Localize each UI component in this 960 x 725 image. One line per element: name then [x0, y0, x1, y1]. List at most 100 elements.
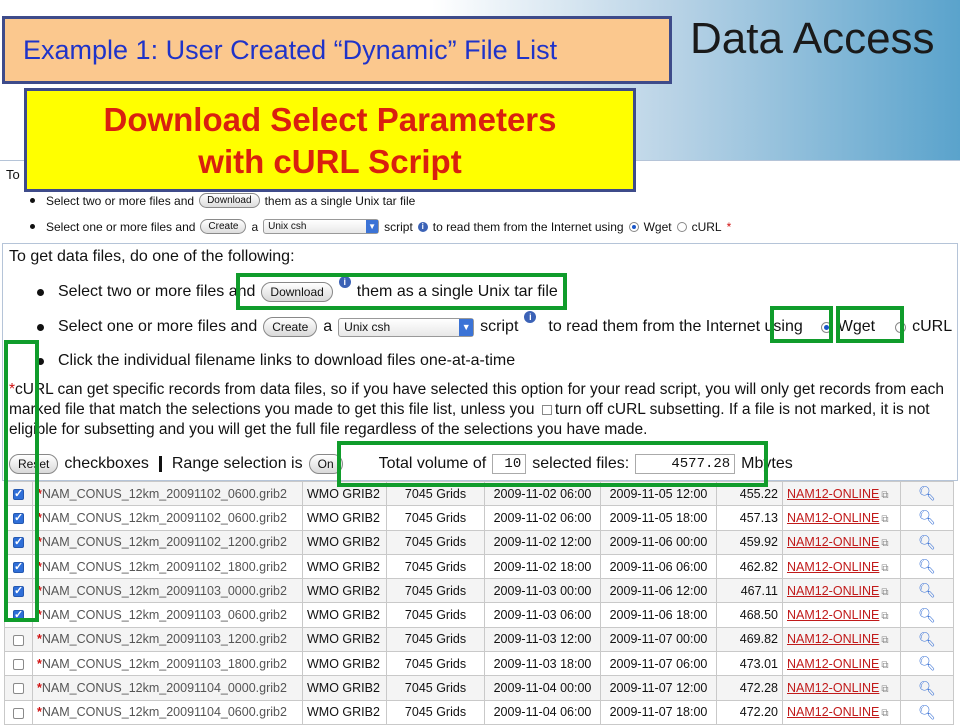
chevron-down-icon: ▼ [459, 318, 474, 336]
location-link[interactable]: NAM12-ONLINE [787, 632, 879, 646]
row-checkbox[interactable] [13, 683, 24, 695]
row-select-cell [4, 651, 33, 677]
location-link[interactable]: NAM12-ONLINE [787, 584, 879, 598]
magnifier-icon[interactable]: 🔍︎ [918, 509, 936, 525]
highlight-curl [836, 306, 904, 343]
size-cell: 459.92 [716, 529, 783, 555]
curl-radio-small[interactable] [676, 221, 687, 232]
info-icon[interactable]: i [524, 311, 537, 323]
inventory-cell: 🔍︎ [900, 626, 954, 653]
begin-time-cell: 2009-11-04 06:00 [484, 699, 601, 725]
filename-link[interactable]: NAM_CONUS_12km_20091103_1200.grib2 [42, 632, 287, 646]
filename-link[interactable]: NAM_CONUS_12km_20091104_0600.grib2 [42, 705, 287, 719]
size-cell: 472.28 [716, 675, 783, 701]
select-value: Unix csh [268, 221, 307, 232]
filename-cell: *NAM_CONUS_12km_20091103_0600.grib2 [32, 602, 303, 628]
filename-link[interactable]: NAM_CONUS_12km_20091102_1200.grib2 [42, 535, 287, 549]
end-time-cell: 2009-11-06 06:00 [600, 553, 717, 580]
grids-cell: 7045 Grids [386, 699, 485, 725]
location-link[interactable]: NAM12-ONLINE [787, 705, 879, 719]
magnifier-icon[interactable]: 🔍︎ [918, 485, 936, 501]
row-checkbox[interactable] [13, 634, 24, 646]
magnifier-icon[interactable]: 🔍︎ [918, 534, 936, 550]
create-button[interactable]: Create [263, 317, 318, 337]
magnifier-icon[interactable]: 🔍︎ [918, 582, 936, 598]
filename-link[interactable]: NAM_CONUS_12km_20091103_1800.grib2 [42, 657, 287, 671]
format-cell: WMO GRIB2 [302, 626, 387, 653]
inventory-cell: 🔍︎ [900, 529, 954, 555]
row-text: to read them from the Internet using [432, 219, 624, 234]
table-row: *NAM_CONUS_12km_20091102_1800.grib2WMO G… [4, 553, 954, 580]
table-row: *NAM_CONUS_12km_20091102_1200.grib2WMO G… [4, 529, 954, 555]
magnifier-icon[interactable]: 🔍︎ [918, 558, 936, 574]
location-link[interactable]: NAM12-ONLINE [787, 535, 879, 549]
filename-link[interactable]: NAM_CONUS_12km_20091102_1800.grib2 [42, 560, 287, 574]
inventory-cell: 🔍︎ [900, 578, 954, 604]
external-link-icon: ⧉ [881, 708, 889, 720]
row-checkbox[interactable] [13, 707, 24, 719]
end-time-cell: 2009-11-06 00:00 [600, 529, 717, 555]
begin-time-cell: 2009-11-03 18:00 [484, 651, 601, 677]
row-text: Select two or more files and [46, 193, 195, 208]
filename-link[interactable]: NAM_CONUS_12km_20091103_0600.grib2 [42, 608, 287, 622]
location-cell: NAM12-ONLINE ⧉ [782, 651, 901, 677]
script-type-select[interactable]: Unix csh ▼ [338, 317, 475, 337]
external-link-icon: ⧉ [881, 513, 889, 525]
filename-link[interactable]: NAM_CONUS_12km_20091102_0600.grib2 [42, 511, 287, 525]
begin-time-cell: 2009-11-02 18:00 [484, 553, 601, 580]
magnifier-icon[interactable]: 🔍︎ [918, 607, 936, 623]
external-link-icon: ⧉ [881, 684, 889, 696]
end-time-cell: 2009-11-07 12:00 [600, 675, 717, 701]
row-text: script [480, 318, 519, 335]
location-link[interactable]: NAM12-ONLINE [787, 608, 879, 622]
example-label-text: Example 1: User Created “Dynamic” File L… [23, 34, 558, 65]
location-link[interactable]: NAM12-ONLINE [787, 681, 879, 695]
location-link[interactable]: NAM12-ONLINE [787, 511, 879, 525]
highlight-download [236, 273, 567, 310]
format-cell: WMO GRIB2 [302, 505, 387, 531]
chevron-down-icon: ▼ [366, 220, 379, 233]
filename-link[interactable]: NAM_CONUS_12km_20091102_0600.grib2 [42, 487, 287, 501]
filename-cell: *NAM_CONUS_12km_20091102_0600.grib2 [32, 505, 303, 531]
row-select-cell [4, 675, 33, 701]
format-cell: WMO GRIB2 [302, 529, 387, 555]
filename-link[interactable]: NAM_CONUS_12km_20091103_0000.grib2 [42, 584, 287, 598]
end-time-cell: 2009-11-07 06:00 [600, 651, 717, 677]
row-checkbox[interactable] [13, 658, 24, 670]
filename-cell: *NAM_CONUS_12km_20091102_0600.grib2 [32, 480, 303, 507]
inventory-cell: 🔍︎ [900, 553, 954, 580]
size-cell: 473.01 [716, 651, 783, 677]
location-link[interactable]: NAM12-ONLINE [787, 657, 879, 671]
wget-radio-small[interactable] [628, 221, 639, 232]
filename-cell: *NAM_CONUS_12km_20091102_1800.grib2 [32, 553, 303, 580]
row-select-cell [4, 699, 33, 725]
filename-cell: *NAM_CONUS_12km_20091102_1200.grib2 [32, 529, 303, 555]
curl-subsetting-checkbox[interactable] [541, 404, 552, 415]
location-link[interactable]: NAM12-ONLINE [787, 487, 879, 501]
location-cell: NAM12-ONLINE ⧉ [782, 553, 901, 580]
grids-cell: 7045 Grids [386, 651, 485, 677]
bullet [37, 323, 44, 331]
download-button-small[interactable]: Download [199, 193, 260, 208]
filename-link[interactable]: NAM_CONUS_12km_20091104_0000.grib2 [42, 681, 287, 695]
radio-label: cURL [691, 219, 722, 234]
table-row: *NAM_CONUS_12km_20091103_1800.grib2 WMO G… [4, 651, 954, 677]
bullet [30, 224, 35, 229]
filename-cell: *NAM_CONUS_12km_20091104_0600.grib2 [32, 699, 303, 725]
magnifier-icon[interactable]: 🔍︎ [918, 655, 936, 671]
checkboxes-label: checkboxes [64, 455, 149, 472]
magnifier-icon[interactable]: 🔍︎ [918, 680, 936, 696]
example-label: Example 1: User Created “Dynamic” File L… [2, 16, 672, 84]
end-time-cell: 2009-11-05 18:00 [600, 505, 717, 531]
grids-cell: 7045 Grids [386, 602, 485, 628]
script-type-select-small[interactable]: Unix csh ▼ [263, 219, 380, 234]
size-cell: 472.20 [716, 699, 783, 725]
row-individual-links: Click the individual filename links to d… [37, 352, 515, 370]
format-cell: WMO GRIB2 [302, 675, 387, 701]
magnifier-icon[interactable]: 🔍︎ [918, 631, 936, 647]
create-button-small[interactable]: Create [200, 219, 247, 234]
magnifier-icon[interactable]: 🔍︎ [918, 704, 936, 720]
curl-subsetting-note: *cURL can get specific records from data… [9, 380, 953, 440]
location-link[interactable]: NAM12-ONLINE [787, 560, 879, 574]
info-icon[interactable]: i [417, 221, 428, 232]
